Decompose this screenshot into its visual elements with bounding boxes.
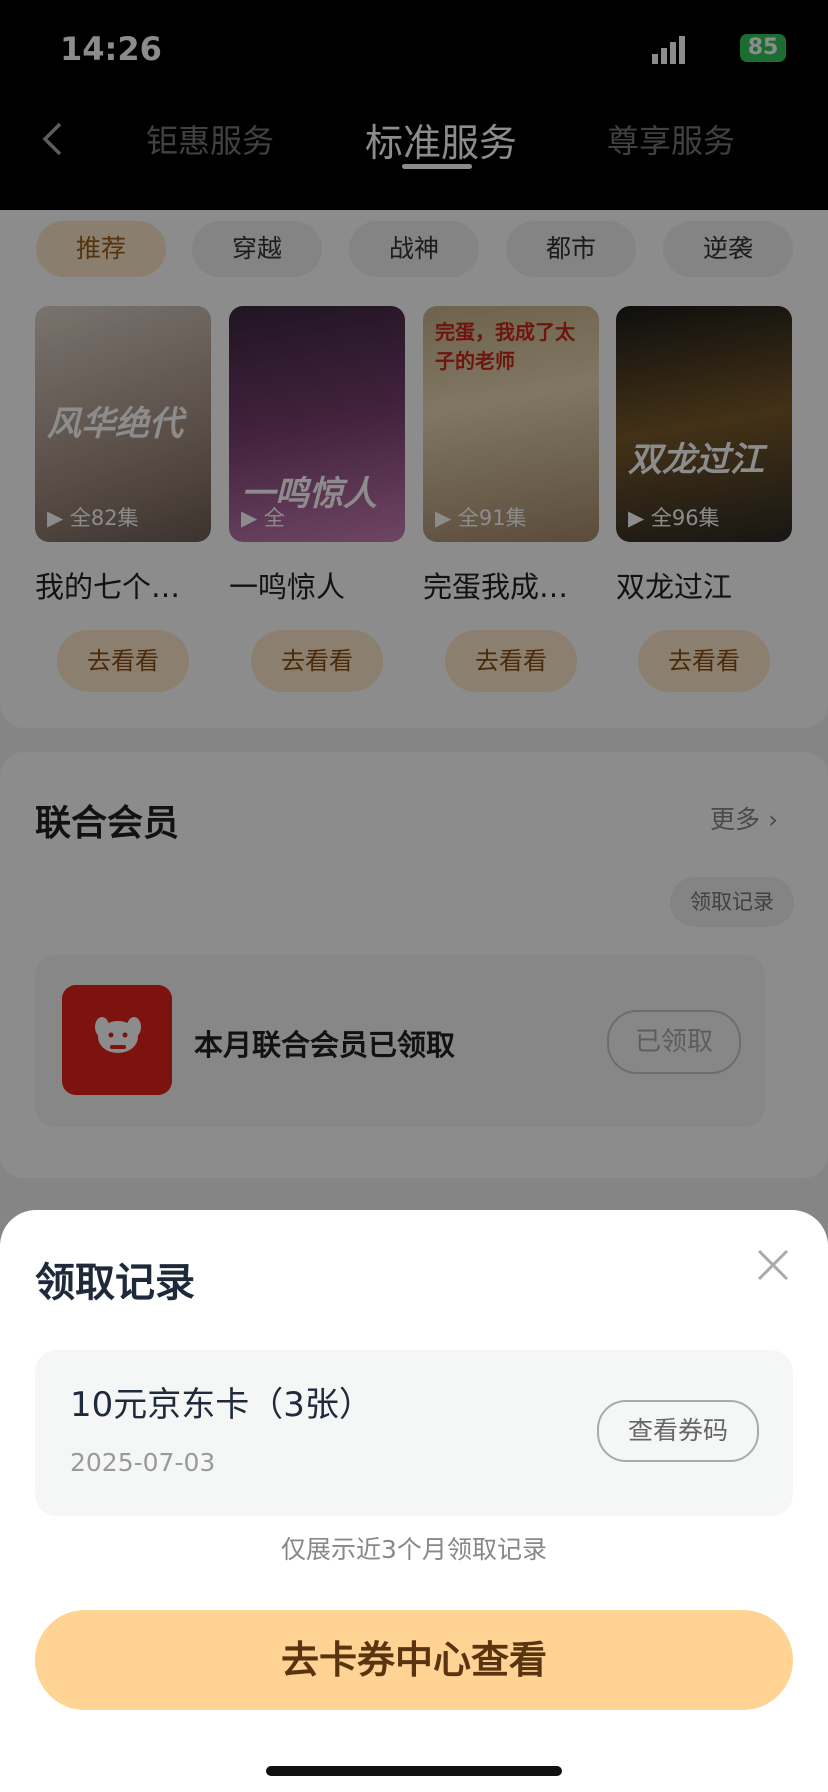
sheet-title: 领取记录	[35, 1260, 195, 1306]
view-code-button[interactable]: 查看券码	[597, 1400, 759, 1462]
go-coupon-center-button[interactable]: 去卡券中心查看	[35, 1610, 793, 1710]
record-date: 2025-07-03	[70, 1448, 216, 1477]
records-note: 仅展示近3个月领取记录	[281, 1535, 547, 1564]
home-indicator	[266, 1766, 562, 1776]
record-name: 10元京东卡（3张）	[70, 1385, 373, 1425]
close-icon[interactable]	[756, 1248, 790, 1282]
